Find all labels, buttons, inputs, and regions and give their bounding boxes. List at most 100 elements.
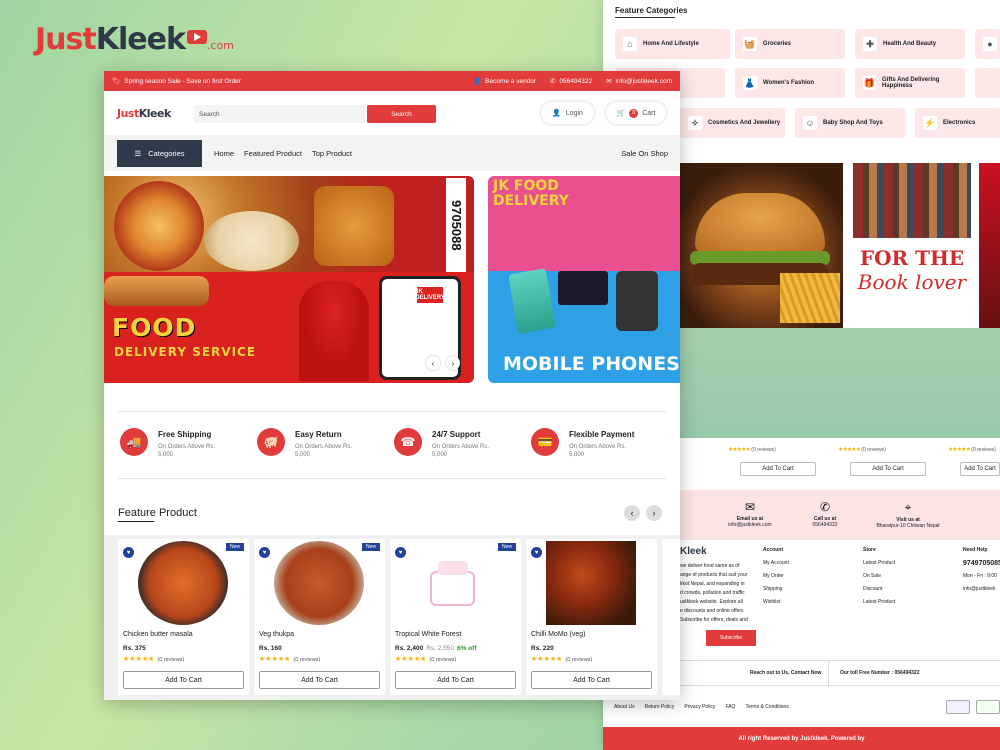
footer-link-terms[interactable]: Terms & Conditions [745, 704, 788, 710]
footer-link[interactable]: On Sale [863, 570, 895, 583]
product-name[interactable]: Tropical White Forest [395, 631, 461, 638]
products-next-button[interactable]: › [646, 505, 662, 521]
burger-banner[interactable] [680, 163, 843, 328]
nav-home[interactable]: Home [214, 149, 234, 158]
product-card-partial[interactable] [662, 539, 680, 695]
footer-link-privacy[interactable]: Privacy Policy [684, 704, 715, 710]
footer-link[interactable]: Wishlist [763, 596, 789, 609]
product-name[interactable]: Chicken butter masala [123, 631, 193, 638]
cart-button[interactable]: 🛒 0 Cart [606, 102, 666, 124]
become-vendor-link[interactable]: Become a vendor [485, 78, 536, 85]
user-icon: 👤 [473, 78, 482, 85]
footer-link-faq[interactable]: FAQ [725, 704, 735, 710]
category-cosmetics[interactable]: ✧ Cosmetics And Jewellery [680, 108, 785, 138]
dress-icon: 👗 [743, 76, 757, 90]
banner-edge-image [979, 163, 1000, 328]
rating-stars: ★★★★★ (0 reviews) [259, 656, 321, 663]
wishlist-heart-icon[interactable]: ♥ [531, 547, 542, 558]
product-image [138, 541, 228, 625]
contact-band: ✉ Email us at info@justkleek.com ✆ Call us … [680, 490, 1000, 540]
category-more-2[interactable] [975, 68, 1000, 98]
copyright-bar: All right Reserved by Justkleek. Powered… [603, 727, 1000, 750]
login-button[interactable]: 👤 Login [541, 102, 594, 124]
category-baby[interactable]: ☺ Baby Shop And Toys [795, 108, 905, 138]
truck-icon: 🚚 [120, 428, 148, 456]
product-image [546, 541, 636, 625]
footer-link[interactable]: Latest Product [863, 596, 895, 609]
mobile-phones-panel: MOBILE PHONES [488, 268, 680, 383]
bg-add-to-cart-3[interactable]: Add To Cart [960, 462, 1000, 476]
delivery-person-image [299, 281, 369, 381]
product-name[interactable]: Chilli MoMo (veg) [531, 631, 585, 638]
product-name[interactable]: Veg thukpa [259, 631, 294, 638]
nav-featured-product[interactable]: Featured Product [244, 149, 302, 158]
nav-sale-on-shop[interactable]: Sale On Shop [621, 149, 668, 158]
product-card[interactable]: ♥ Chilli MoMo (veg) Rs. 220 ★★★★★ (0 revi… [526, 539, 657, 695]
jk-mobile-banner[interactable]: JK FOOD DELIVERY MOBILE PHONES [488, 176, 680, 383]
momo-image [204, 211, 299, 271]
category-groceries[interactable]: 🧺 Groceries [735, 29, 845, 59]
book-lover-banner[interactable]: FOR THE Book lover [853, 163, 971, 328]
brand-name-part1: Just [35, 22, 97, 57]
add-to-cart-button[interactable]: Add To Cart [259, 671, 380, 689]
khalti-payment-icon [946, 700, 970, 714]
topbar-email[interactable]: info@justkleek.com [616, 78, 672, 85]
footer-link[interactable]: My Order [763, 570, 789, 583]
payment-icon: 💳 [531, 428, 559, 456]
category-gifts[interactable]: 🎁 Gifts And Delivering Happiness [855, 68, 965, 98]
feature-easy-return: 🐖 Easy Return On Orders Above Rs. 5,000 [255, 412, 392, 478]
search-button[interactable]: Search [367, 105, 436, 123]
product-card[interactable]: ♥ New Veg thukpa Rs. 160 ★★★★★ (0 reviews… [254, 539, 385, 695]
jk-delivery-badge: JK DELIVERY [415, 287, 445, 303]
slider-next-button[interactable]: › [446, 356, 460, 370]
main-browser-window: 🏷 Spring season Sale - Save on first Ord… [104, 71, 680, 700]
bookshelf-image [853, 163, 971, 238]
footer-about: we deliver food same as of ange of produc… [680, 563, 748, 623]
search-input[interactable]: Search [194, 105, 366, 123]
bg-add-to-cart-2[interactable]: Add To Cart [850, 462, 926, 476]
wishlist-heart-icon[interactable]: ♥ [259, 547, 270, 558]
circle-icon: ● [983, 37, 997, 51]
nav-top-product[interactable]: Top Product [312, 149, 352, 158]
banner-slider: 9705088 FOOD DELIVERY SERVICE JK DELIVER… [104, 176, 680, 390]
footer-link[interactable]: Latest Product [863, 557, 895, 570]
footer-link[interactable]: My Account [763, 557, 789, 570]
footer-link[interactable]: Shipping [763, 583, 789, 596]
footer-link[interactable]: Discount [863, 583, 895, 596]
feature-support: ☎ 24/7 Support On Orders Above Rs. 5,000 [392, 412, 529, 478]
footer-link-return[interactable]: Return Policy [645, 704, 675, 710]
category-womens-fashion[interactable]: 👗 Women's Fashion [735, 68, 845, 98]
footer-link-about[interactable]: About Us [614, 704, 635, 710]
contact-address[interactable]: ⌖ Visit us at Bharatpur-10 Chitwan Nepal [873, 500, 943, 529]
wishlist-heart-icon[interactable]: ♥ [395, 547, 406, 558]
feature-product-title: Feature Product [118, 507, 197, 522]
bg-add-to-cart-1[interactable]: Add To Cart [740, 462, 816, 476]
category-health-beauty[interactable]: ✚ Health And Beauty [855, 29, 965, 59]
product-price: Rs. 375 [123, 645, 146, 652]
reach-out-link[interactable]: Reach out to Us, Contact Now [750, 670, 821, 676]
phone-icon: ✆ [550, 78, 556, 85]
contact-email[interactable]: ✉ Email us at info@justkleek.com [715, 500, 785, 528]
add-to-cart-button[interactable]: Add To Cart [531, 671, 652, 689]
products-prev-button[interactable]: ‹ [624, 505, 640, 521]
banner-phone-number: 9705088 [446, 178, 466, 272]
jewel-icon: ✧ [688, 116, 702, 130]
category-more[interactable]: ● [975, 29, 1000, 59]
product-card[interactable]: ♥ New Chicken butter masala Rs. 375 ★★★★… [118, 539, 249, 695]
food-delivery-banner[interactable]: 9705088 FOOD DELIVERY SERVICE JK DELIVER… [104, 176, 474, 383]
book-banner-line2: Book lover [857, 270, 967, 294]
category-electronics[interactable]: ⚡ Electronics [915, 108, 1000, 138]
subscribe-button[interactable]: Subscribe [706, 630, 756, 646]
add-to-cart-button[interactable]: Add To Cart [123, 671, 244, 689]
slider-prev-button[interactable]: ‹ [426, 356, 440, 370]
wishlist-heart-icon[interactable]: ♥ [123, 547, 134, 558]
add-to-cart-button[interactable]: Add To Cart [395, 671, 516, 689]
category-home-lifestyle[interactable]: ⌂ Home And Lifestyle [615, 29, 730, 59]
contact-phone[interactable]: ✆ Call us at 056494322 [790, 500, 860, 528]
categories-button[interactable]: ☰ Categories [117, 139, 202, 167]
electronics-icon: ⚡ [923, 116, 937, 130]
product-card[interactable]: ♥ New Tropical White Forest Rs. 2,400 Rs.… [390, 539, 521, 695]
rating-stars: ★★★★★ (0 reviews) [395, 656, 457, 663]
site-logo[interactable]: JustKleek [117, 107, 171, 120]
home-icon: ⌂ [623, 37, 637, 51]
